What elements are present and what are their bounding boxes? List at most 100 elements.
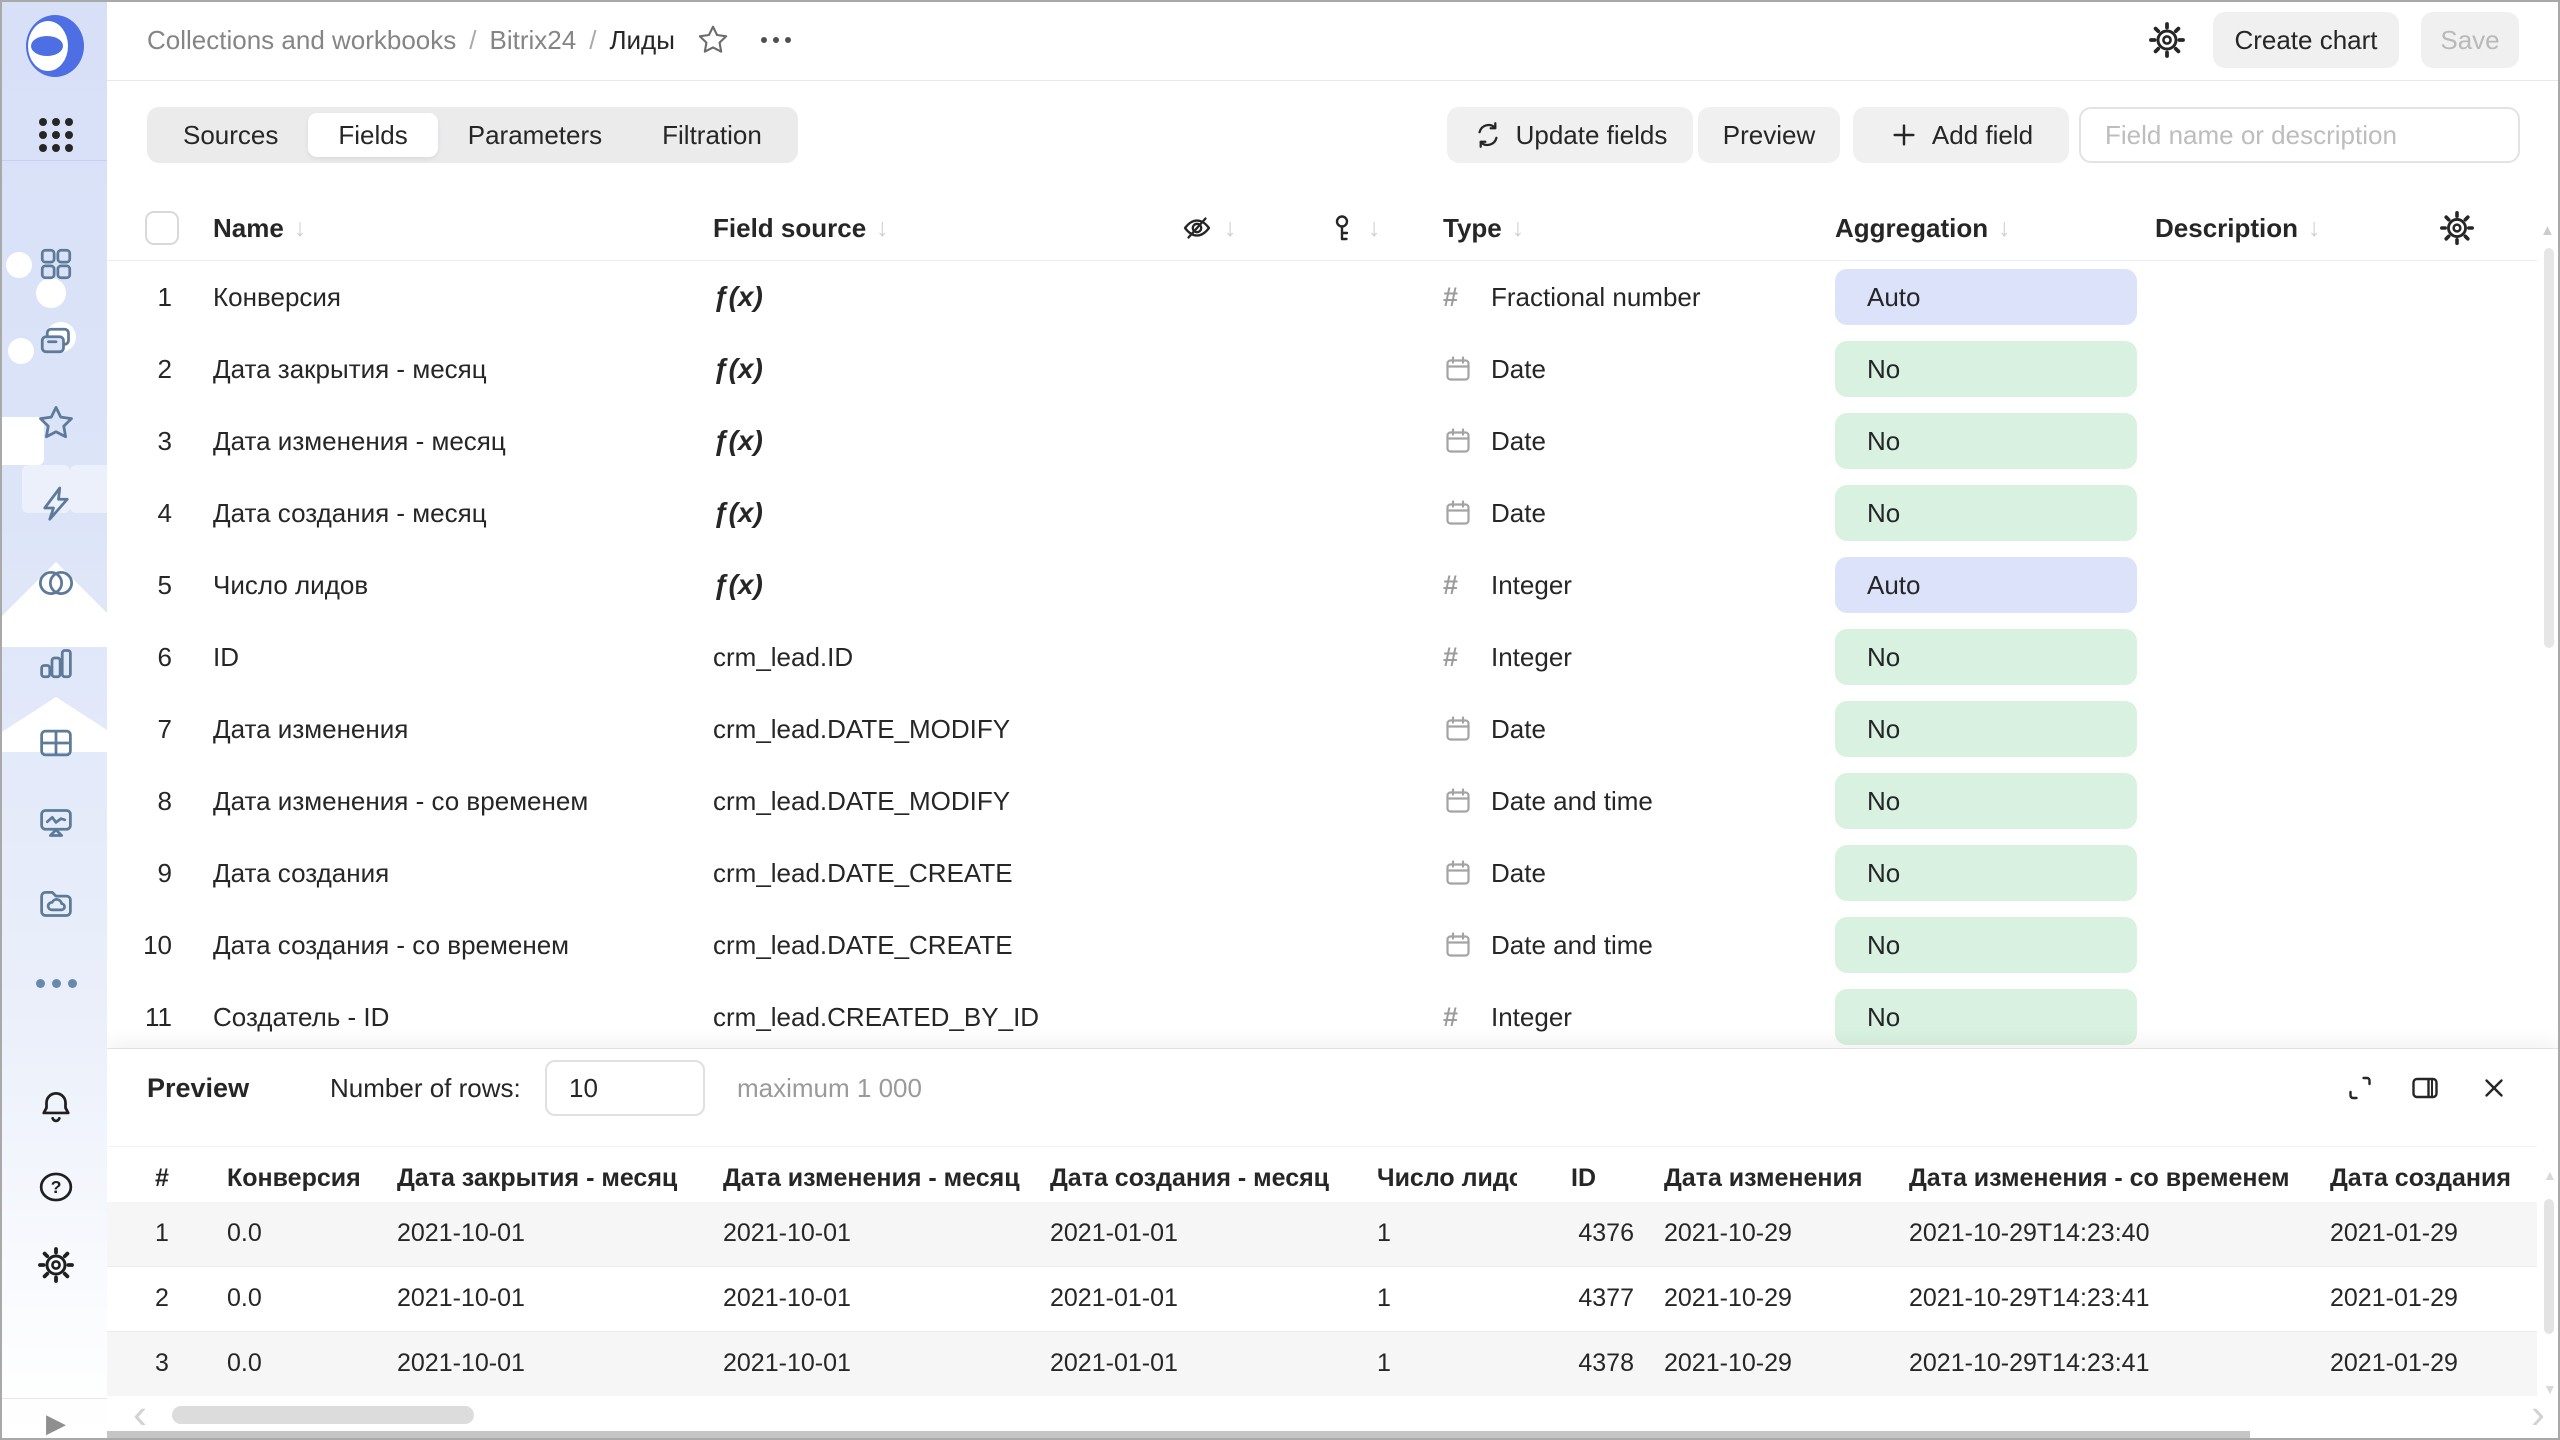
add-field-button[interactable]: Add field (1853, 107, 2069, 163)
preview-cell: 2021-10-29 (1664, 1267, 1909, 1331)
sidebar-item-workbooks[interactable] (35, 322, 77, 364)
save-button[interactable]: Save (2421, 12, 2519, 68)
tab-sources[interactable]: Sources (153, 113, 308, 157)
tab-parameters[interactable]: Parameters (438, 113, 632, 157)
sidebar-item-editor[interactable] (35, 482, 77, 524)
sort-arrow-icon[interactable]: ↓ (294, 214, 307, 243)
update-fields-button[interactable]: Update fields (1447, 107, 1693, 163)
field-row[interactable]: 9 Дата создания crm_lead.DATE_CREATE Dat… (107, 837, 2537, 909)
preview-scroll-down-icon[interactable]: ▼ (2543, 1381, 2557, 1397)
field-name: Дата создания (213, 858, 713, 889)
field-row[interactable]: 10 Дата создания - со временем crm_lead.… (107, 909, 2537, 981)
preview-cell: 1 (107, 1202, 227, 1266)
more-menu-button[interactable] (761, 37, 791, 43)
preview-cell: 2021-10-29T14:23:41 (1909, 1332, 2330, 1396)
aggregation-select[interactable]: No (1835, 989, 2137, 1045)
field-row[interactable]: 6 ID crm_lead.ID # Integer No (107, 621, 2537, 693)
preview-close-button[interactable] (2472, 1066, 2516, 1110)
sidebar-item-favorites[interactable] (35, 402, 77, 444)
tab-fields[interactable]: Fields (308, 113, 437, 157)
create-chart-button[interactable]: Create chart (2213, 12, 2399, 68)
aggregation-select[interactable]: No (1835, 773, 2137, 829)
rows-count-input[interactable] (545, 1060, 705, 1116)
all-services-button[interactable] (35, 114, 77, 156)
sidebar-item-more[interactable] (35, 962, 77, 1004)
sort-arrow-icon[interactable]: ↓ (1998, 214, 2011, 243)
preview-scroll-up-icon[interactable]: ▲ (2543, 1167, 2557, 1183)
preview-table-body: 10.02021-10-012021-10-012021-01-01143762… (107, 1202, 2537, 1396)
notifications-button[interactable] (35, 1086, 77, 1128)
preview-cell: 2021-01-29 (2330, 1202, 2537, 1266)
sort-arrow-icon[interactable]: ↓ (1224, 214, 1237, 243)
number-type-icon: # (1443, 570, 1481, 601)
workbooks-icon (36, 323, 76, 363)
column-name[interactable]: Name ↓ (213, 213, 713, 244)
sidebar-item-charts[interactable] (35, 642, 77, 684)
aggregation-select[interactable]: No (1835, 629, 2137, 685)
favorite-star-button[interactable] (696, 23, 730, 57)
page-hscrollbar[interactable] (107, 1431, 2250, 1438)
preview-fullscreen-button[interactable] (2338, 1066, 2382, 1110)
preview-cell: 2021-10-01 (397, 1332, 723, 1396)
sort-arrow-icon[interactable]: ↓ (1368, 214, 1381, 243)
field-row[interactable]: 7 Дата изменения crm_lead.DATE_MODIFY Da… (107, 693, 2537, 765)
datalens-logo[interactable] (23, 14, 87, 78)
aggregation-select[interactable]: No (1835, 917, 2137, 973)
column-field-source[interactable]: Field source ↓ (713, 213, 1180, 244)
preview-scrollbar-thumb[interactable] (2544, 1199, 2554, 1334)
field-row[interactable]: 1 Конверсия ƒ(x) # Fractional number Aut… (107, 261, 2537, 333)
preview-cell: 4376 (1517, 1202, 1664, 1266)
help-button[interactable]: ? (35, 1166, 77, 1208)
preview-cell: 4378 (1517, 1332, 1664, 1396)
sidebar-item-datasets[interactable] (35, 722, 77, 764)
sidebar-item-monitoring[interactable] (35, 802, 77, 844)
hscrollbar-thumb[interactable] (172, 1406, 474, 1424)
field-row[interactable]: 4 Дата создания - месяц ƒ(x) Date No (107, 477, 2537, 549)
sidebar-item-storage[interactable] (35, 882, 77, 924)
expand-sidebar-button[interactable]: ▶ (35, 1402, 77, 1440)
field-row[interactable]: 2 Дата закрытия - месяц ƒ(x) Date No (107, 333, 2537, 405)
fields-scrollbar-thumb[interactable] (2544, 248, 2554, 648)
breadcrumb-collections[interactable]: Collections and workbooks (147, 25, 456, 56)
aggregation-select[interactable]: No (1835, 701, 2137, 757)
preview-dock-button[interactable] (2403, 1066, 2447, 1110)
sort-arrow-icon[interactable]: ↓ (876, 214, 889, 243)
field-row[interactable]: 3 Дата изменения - месяц ƒ(x) Date No (107, 405, 2537, 477)
column-type[interactable]: Type ↓ (1443, 213, 1835, 244)
aggregation-select[interactable]: No (1835, 845, 2137, 901)
eye-off-icon (1180, 211, 1214, 245)
field-row[interactable]: 11 Создатель - ID crm_lead.CREATED_BY_ID… (107, 981, 2537, 1053)
sidebar-item-dashboards[interactable] (35, 243, 77, 285)
column-hidden[interactable]: ↓ (1180, 211, 1326, 245)
field-search-input[interactable] (2079, 107, 2520, 163)
tab-filtration[interactable]: Filtration (632, 113, 792, 157)
hscroll-right-icon[interactable]: › (2531, 1393, 2545, 1435)
dataset-settings-button[interactable] (2148, 21, 2186, 59)
select-all-checkbox[interactable] (145, 211, 179, 245)
sort-arrow-icon[interactable]: ↓ (2308, 214, 2321, 243)
column-aggregation[interactable]: Aggregation ↓ (1835, 213, 2155, 244)
aggregation-select[interactable]: No (1835, 413, 2137, 469)
aggregation-select[interactable]: No (1835, 485, 2137, 541)
preview-column-header: ID (1517, 1147, 1664, 1202)
column-key[interactable]: ↓ (1326, 212, 1443, 244)
preview-column-header: Дата создания - месяц (1050, 1147, 1377, 1202)
aggregation-select[interactable]: Auto (1835, 557, 2137, 613)
aggregation-select[interactable]: Auto (1835, 269, 2137, 325)
field-name: Дата изменения (213, 714, 713, 745)
settings-button[interactable] (35, 1244, 77, 1286)
columns-settings-button[interactable] (2439, 210, 2475, 246)
sort-arrow-icon[interactable]: ↓ (1512, 214, 1525, 243)
fields-scroll-up-icon[interactable]: ▲ (2540, 222, 2555, 239)
hscroll-left-icon[interactable]: ‹ (133, 1393, 147, 1435)
preview-toggle-button[interactable]: Preview (1698, 107, 1840, 163)
field-source-text: crm_lead.DATE_MODIFY (713, 714, 1010, 744)
aggregation-select[interactable]: No (1835, 341, 2137, 397)
rows-count-label: Number of rows: (330, 1060, 521, 1116)
preview-cell: 2021-10-29T14:23:40 (1909, 1202, 2330, 1266)
column-description[interactable]: Description ↓ (2155, 213, 2537, 244)
field-row[interactable]: 8 Дата изменения - со временем crm_lead.… (107, 765, 2537, 837)
field-row[interactable]: 5 Число лидов ƒ(x) # Integer Auto (107, 549, 2537, 621)
sidebar-item-connections[interactable] (35, 562, 77, 604)
breadcrumb-workbook[interactable]: Bitrix24 (490, 25, 577, 56)
